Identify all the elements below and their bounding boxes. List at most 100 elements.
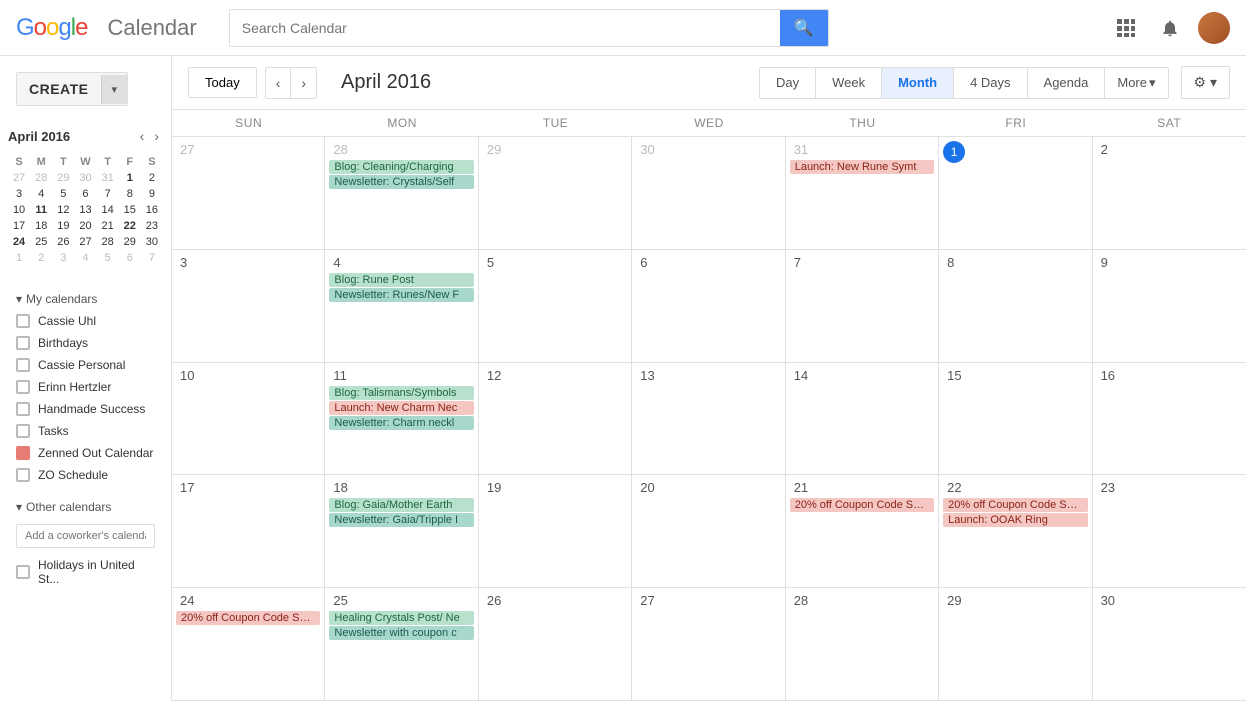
mini-cal-day[interactable]: 28 [97,234,119,250]
cell-apr22[interactable]: 22 20% off Coupon Code Sale for Newslett… [939,475,1092,587]
cell-apr30[interactable]: 30 [1093,588,1246,700]
search-button[interactable]: 🔍 [780,10,828,46]
event-blog-rune[interactable]: Blog: Rune Post [329,273,473,287]
mini-cal-day[interactable]: 7 [141,250,163,266]
mini-cal-day[interactable]: 30 [141,234,163,250]
cell-apr27[interactable]: 27 [632,588,785,700]
cassie-uhl-checkbox[interactable] [16,314,30,328]
apps-icon[interactable] [1110,12,1142,44]
cell-apr11[interactable]: 11 Blog: Talismans/Symbols Launch: New C… [325,363,478,475]
mini-cal-day[interactable]: 23 [141,218,163,234]
cell-apr13[interactable]: 13 [632,363,785,475]
event-launch-charm[interactable]: Launch: New Charm Nec [329,401,473,415]
mini-cal-day[interactable]: 2 [30,250,52,266]
cell-apr15[interactable]: 15 [939,363,1092,475]
event-blog-cleaning[interactable]: Blog: Cleaning/Charging [329,160,473,174]
mini-cal-day[interactable]: 6 [74,186,96,202]
mini-cal-day[interactable]: 26 [52,234,74,250]
other-calendars-header[interactable]: ▾ Other calendars [8,494,163,518]
view-month-button[interactable]: Month [881,67,953,99]
event-newsletter-runes[interactable]: Newsletter: Runes/New F [329,288,473,302]
mini-cal-day[interactable]: 27 [8,170,30,186]
cell-apr12[interactable]: 12 [479,363,632,475]
mini-cal-day[interactable]: 27 [74,234,96,250]
tasks-checkbox[interactable] [16,424,30,438]
cell-mar30[interactable]: 30 [632,137,785,249]
mini-prev-btn[interactable]: ‹ [136,126,149,146]
view-agenda-button[interactable]: Agenda [1027,67,1105,99]
calendar-item-zo-schedule[interactable]: ZO Schedule [8,464,163,486]
cell-apr29[interactable]: 29 [939,588,1092,700]
view-more-button[interactable]: More ▾ [1104,67,1168,99]
event-coupon-sale-22[interactable]: 20% off Coupon Code Sale for Newsletter … [943,498,1087,512]
cell-apr7[interactable]: 7 [786,250,939,362]
calendar-item-tasks[interactable]: Tasks [8,420,163,442]
today-button[interactable]: Today [188,67,257,98]
mini-cal-day[interactable]: 11 [30,202,52,218]
mini-cal-day[interactable]: 30 [74,170,96,186]
calendar-item-holidays[interactable]: Holidays in United St... [8,554,163,590]
mini-cal-day[interactable]: 13 [74,202,96,218]
mini-cal-day[interactable]: 1 [8,250,30,266]
settings-button[interactable]: ⚙ ▾ [1181,66,1230,99]
calendar-item-cassie-uhl[interactable]: Cassie Uhl [8,310,163,332]
cell-apr6[interactable]: 6 [632,250,785,362]
mini-cal-day[interactable]: 7 [97,186,119,202]
mini-cal-day[interactable]: 6 [119,250,141,266]
cell-mar29[interactable]: 29 [479,137,632,249]
mini-cal-day[interactable]: 19 [52,218,74,234]
calendar-item-handmade[interactable]: Handmade Success [8,398,163,420]
cell-apr17[interactable]: 17 [172,475,325,587]
mini-cal-day[interactable]: 20 [74,218,96,234]
zo-schedule-checkbox[interactable] [16,468,30,482]
cell-apr2[interactable]: 2 [1093,137,1246,249]
prev-button[interactable]: ‹ [265,67,291,99]
event-coupon-sale-24[interactable]: 20% off Coupon Code Sale for Newsletter … [176,611,320,625]
event-blog-gaia[interactable]: Blog: Gaia/Mother Earth [329,498,473,512]
mini-cal-day[interactable]: 12 [52,202,74,218]
view-week-button[interactable]: Week [815,67,881,99]
event-newsletter-charm[interactable]: Newsletter: Charm neckl [329,416,473,430]
mini-cal-title[interactable]: April 2016 [8,129,70,144]
mini-cal-day[interactable]: 5 [97,250,119,266]
holidays-checkbox[interactable] [16,565,30,579]
cell-apr24[interactable]: 24 20% off Coupon Code Sale for Newslett… [172,588,325,700]
handmade-checkbox[interactable] [16,402,30,416]
cell-apr10[interactable]: 10 [172,363,325,475]
cell-apr25[interactable]: 25 Healing Crystals Post/ Ne Newsletter … [325,588,478,700]
mini-cal-day[interactable]: 1 [119,170,141,186]
view-4days-button[interactable]: 4 Days [953,67,1026,99]
mini-cal-day[interactable]: 24 [8,234,30,250]
event-coupon-sale-21[interactable]: 20% off Coupon Code Sale for Newsletter … [790,498,934,512]
cell-apr16[interactable]: 16 [1093,363,1246,475]
cell-mar28[interactable]: 28 Blog: Cleaning/Charging Newsletter: C… [325,137,478,249]
search-input[interactable] [230,12,780,44]
cell-apr21[interactable]: 21 20% off Coupon Code Sale for Newslett… [786,475,939,587]
mini-cal-day[interactable]: 3 [8,186,30,202]
mini-cal-day[interactable]: 4 [30,186,52,202]
cell-apr28[interactable]: 28 [786,588,939,700]
mini-cal-day[interactable]: 17 [8,218,30,234]
cell-apr23[interactable]: 23 [1093,475,1246,587]
cell-apr19[interactable]: 19 [479,475,632,587]
event-launch-ooak[interactable]: Launch: OOAK Ring [943,513,1087,527]
event-newsletter-crystals[interactable]: Newsletter: Crystals/Self [329,175,473,189]
mini-cal-day[interactable]: 21 [97,218,119,234]
add-coworker-input[interactable] [16,524,155,548]
calendar-item-birthdays[interactable]: Birthdays [8,332,163,354]
birthdays-checkbox[interactable] [16,336,30,350]
mini-cal-day[interactable]: 14 [97,202,119,218]
mini-cal-day[interactable]: 31 [97,170,119,186]
cell-apr5[interactable]: 5 [479,250,632,362]
cell-apr8[interactable]: 8 [939,250,1092,362]
mini-cal-day[interactable]: 29 [52,170,74,186]
create-button[interactable]: CREATE ▾ [16,72,128,106]
event-healing-crystals[interactable]: Healing Crystals Post/ Ne [329,611,473,625]
mini-cal-day[interactable]: 18 [30,218,52,234]
cell-mar31[interactable]: 31 Launch: New Rune Symt [786,137,939,249]
mini-cal-day[interactable]: 15 [119,202,141,218]
mini-cal-day[interactable]: 29 [119,234,141,250]
event-blog-talismans[interactable]: Blog: Talismans/Symbols [329,386,473,400]
cell-apr20[interactable]: 20 [632,475,785,587]
mini-cal-day[interactable]: 28 [30,170,52,186]
